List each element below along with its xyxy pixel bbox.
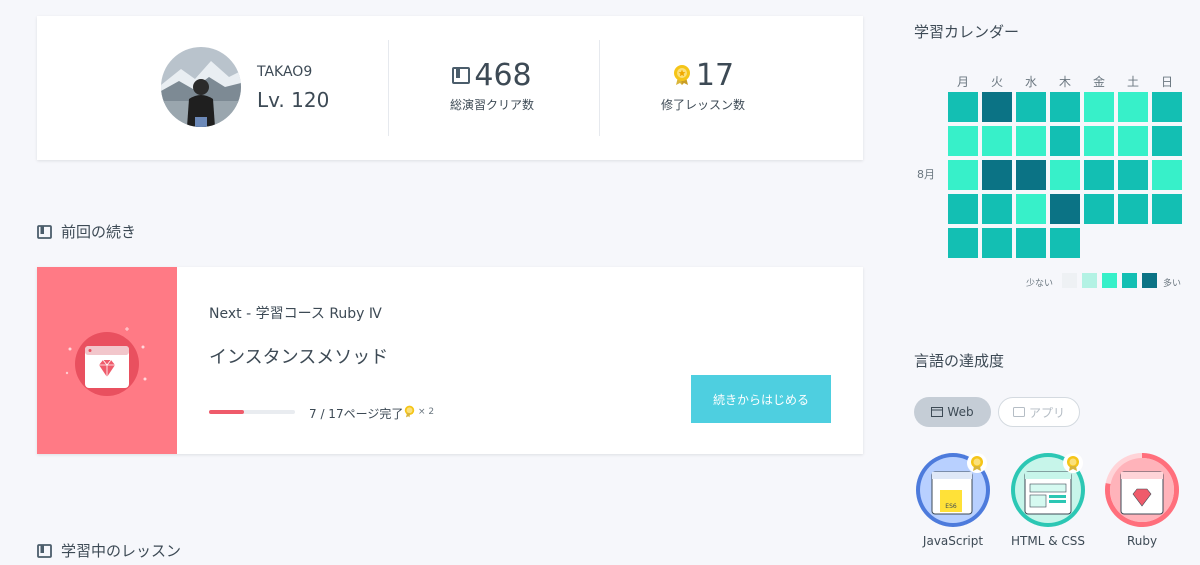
calendar-day-cell[interactable] xyxy=(1118,194,1148,224)
achievement-title: 言語の達成度 xyxy=(914,352,1005,370)
legend-less-label: 少ない xyxy=(1026,279,1054,289)
calendar-day-cell[interactable] xyxy=(1050,126,1080,156)
calendar-day-cell[interactable] xyxy=(1084,126,1114,156)
calendar-weekday: 金 xyxy=(1092,75,1105,89)
calendar-day-cell[interactable] xyxy=(1152,92,1182,122)
calendar-day-cell[interactable] xyxy=(982,160,1012,190)
legend-swatch xyxy=(1062,273,1077,288)
calendar-day-cell[interactable] xyxy=(1084,92,1114,122)
book-icon xyxy=(452,66,471,84)
user-level: Lv. 120 xyxy=(257,88,330,112)
calendar-weekday: 水 xyxy=(1024,75,1037,89)
ruby-course-icon xyxy=(65,327,147,396)
course-thumbnail xyxy=(37,267,177,454)
medal-icon xyxy=(404,405,415,418)
legend-swatch xyxy=(1122,273,1137,288)
calendar-day-cell[interactable] xyxy=(1152,194,1182,224)
section-title: 前回の続き xyxy=(61,223,137,241)
calendar-weekday: 火 xyxy=(990,75,1003,89)
calendar-day-cell[interactable] xyxy=(948,160,978,190)
calendar-weekday: 土 xyxy=(1126,75,1139,89)
divider xyxy=(599,40,600,136)
calendar-day-cell[interactable] xyxy=(1050,228,1080,258)
course-name: Next - 学習コース Ruby Ⅳ xyxy=(209,306,382,322)
avatar[interactable] xyxy=(161,47,241,127)
section-heading-lessons: 学習中のレッスン xyxy=(37,540,181,561)
calendar-weekday: 日 xyxy=(1160,75,1173,89)
language-name: HTML & CSS xyxy=(1011,534,1085,548)
tab-web[interactable]: Web xyxy=(914,397,991,427)
medal-count: × 2 xyxy=(403,405,434,418)
calendar-day-cell[interactable] xyxy=(982,194,1012,224)
calendar-day-cell[interactable] xyxy=(948,126,978,156)
calendar-day-cell[interactable] xyxy=(1118,160,1148,190)
section-heading-continue: 前回の続き xyxy=(37,221,136,242)
calendar-day-cell[interactable] xyxy=(1050,194,1080,224)
medal-count-text: × 2 xyxy=(418,406,435,417)
divider xyxy=(388,40,389,136)
language-javascript[interactable]: ES6 JavaScript xyxy=(914,450,992,548)
ruby-icon xyxy=(1105,453,1179,527)
language-name: JavaScript xyxy=(922,534,984,548)
lesson-title[interactable]: インスタンスメソッド xyxy=(209,343,388,369)
tab-app[interactable]: アプリ xyxy=(998,397,1080,427)
stat-cleared-exercises: 468 総演習クリア数 xyxy=(422,58,562,113)
calendar-day-cell[interactable] xyxy=(1152,126,1182,156)
language-name: Ruby xyxy=(1126,534,1158,548)
calendar-day-cell[interactable] xyxy=(1118,92,1148,122)
lesson-progress-fill xyxy=(209,410,245,414)
tab-label: Web xyxy=(947,405,974,419)
calendar-weekday: 月 xyxy=(956,75,969,89)
tab-label: アプリ xyxy=(1028,405,1065,420)
stat-value: 468 xyxy=(474,57,532,93)
language-html-css[interactable]: HTML & CSS xyxy=(1009,450,1087,548)
book-icon xyxy=(37,543,52,558)
calendar-day-cell[interactable] xyxy=(948,92,978,122)
section-title: 学習中のレッスン xyxy=(61,542,182,560)
medal-icon xyxy=(1063,453,1083,473)
legend-swatch xyxy=(1102,273,1117,288)
calendar-day-cell[interactable] xyxy=(1152,160,1182,190)
profile-card: TAKAO9 Lv. 120 468 総演習クリア数 17 修了レッスン数 xyxy=(37,16,863,160)
calendar-day-cell[interactable] xyxy=(982,228,1012,258)
calendar-title: 学習カレンダー xyxy=(914,23,1020,41)
calendar-day-cell[interactable] xyxy=(948,228,978,258)
language-ruby[interactable]: Ruby xyxy=(1103,450,1181,548)
calendar-day-cell[interactable] xyxy=(982,126,1012,156)
calendar-weekday: 木 xyxy=(1058,75,1071,89)
calendar-day-cell[interactable] xyxy=(1016,194,1046,224)
calendar-day-cell[interactable] xyxy=(1050,160,1080,190)
calendar-day-cell[interactable] xyxy=(948,194,978,224)
stat-completed-lessons: 17 修了レッスン数 xyxy=(633,58,773,113)
stat-label: 修了レッスン数 xyxy=(660,98,745,112)
calendar-month-label: 8月 xyxy=(917,168,935,181)
legend-more-label: 多い xyxy=(1163,279,1182,289)
calendar-day-cell[interactable] xyxy=(1016,160,1046,190)
svg-text:ES6: ES6 xyxy=(945,503,957,510)
calendar-day-cell[interactable] xyxy=(1050,92,1080,122)
stat-value: 17 xyxy=(695,57,735,93)
progress-text: 7 / 17ページ完了 xyxy=(309,407,404,421)
calendar-day-cell[interactable] xyxy=(1016,228,1046,258)
calendar-day-cell[interactable] xyxy=(1016,126,1046,156)
continue-button[interactable]: 続きからはじめる xyxy=(691,375,831,423)
stat-label: 総演習クリア数 xyxy=(449,98,534,112)
legend-swatch xyxy=(1082,273,1097,288)
calendar-day-cell[interactable] xyxy=(1084,194,1114,224)
window-icon xyxy=(931,407,944,417)
medal-icon xyxy=(673,65,690,85)
username: TAKAO9 xyxy=(257,64,313,80)
tablet-icon xyxy=(1012,407,1025,417)
calendar-day-cell[interactable] xyxy=(1118,126,1148,156)
calendar-day-cell[interactable] xyxy=(982,92,1012,122)
calendar-day-cell[interactable] xyxy=(1016,92,1046,122)
calendar-day-cell[interactable] xyxy=(1084,160,1114,190)
continue-card[interactable]: Next - 学習コース Ruby Ⅳ インスタンスメソッド 7 / 17ページ… xyxy=(37,267,863,454)
lesson-progress-bar xyxy=(209,410,295,414)
legend-swatch xyxy=(1142,273,1157,288)
book-icon xyxy=(37,224,52,239)
medal-icon xyxy=(967,453,987,473)
